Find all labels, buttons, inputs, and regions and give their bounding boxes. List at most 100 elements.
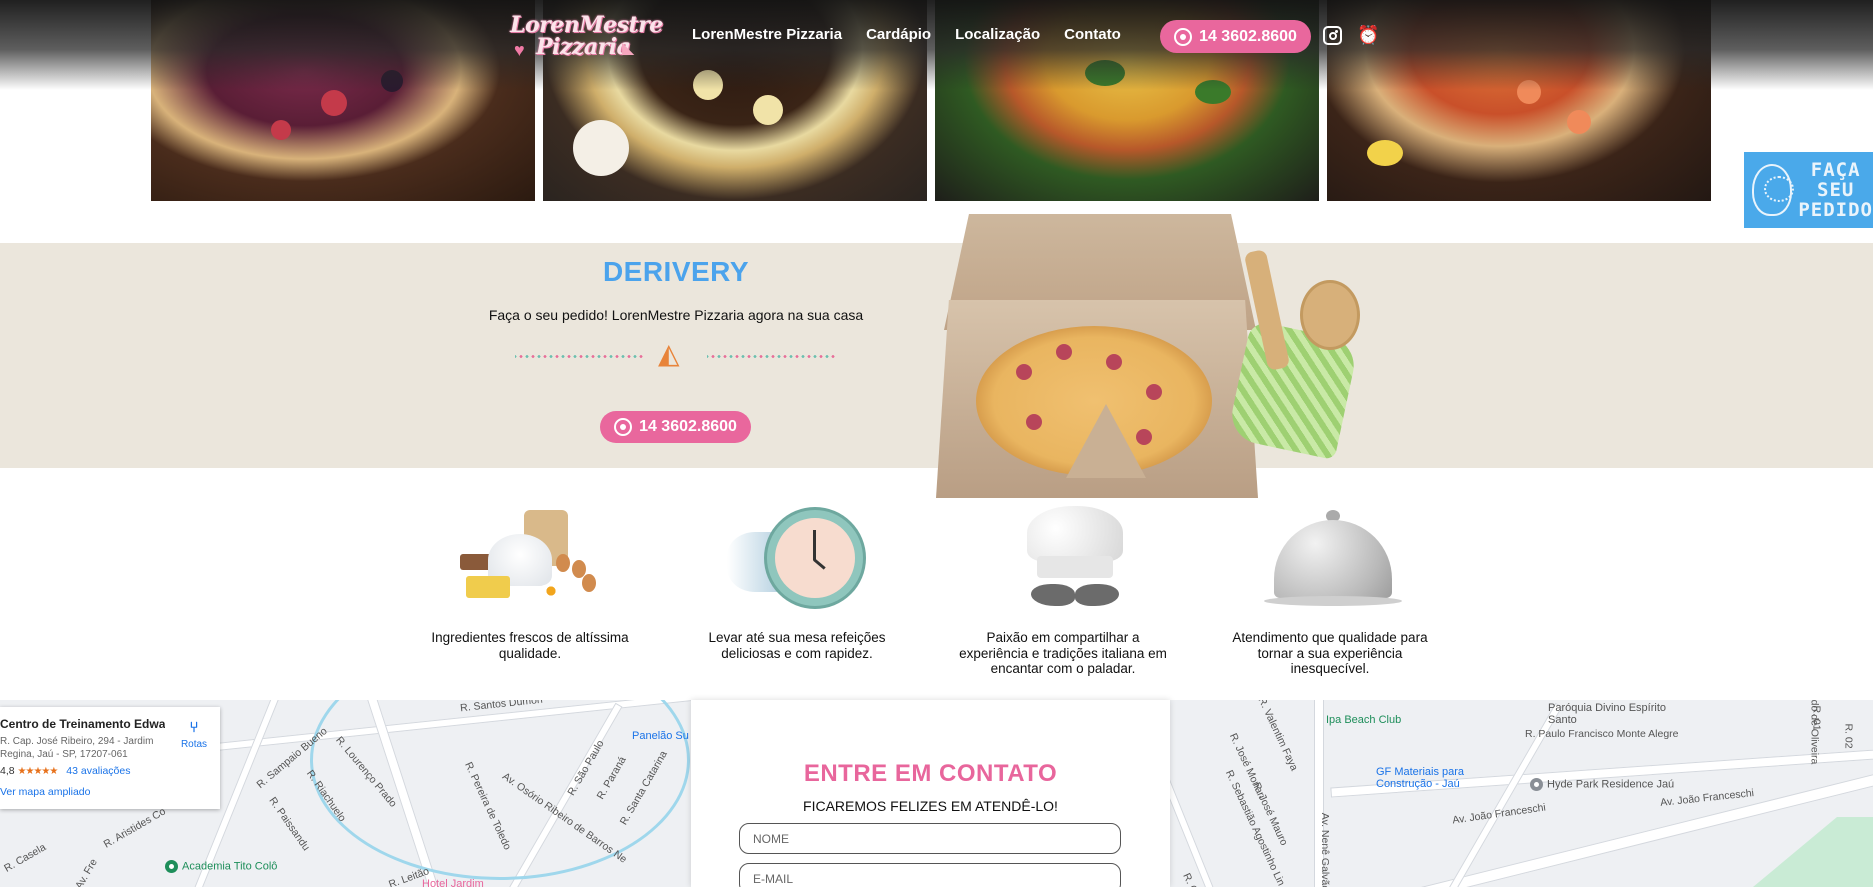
place-rating: 4,8 ★★★★★ 43 avaliações: [0, 765, 220, 777]
poi-ipa-beach[interactable]: Ipa Beach Club: [1326, 714, 1401, 726]
divider-line: [707, 355, 837, 358]
lemon-slice: [1367, 140, 1403, 166]
bowl: [573, 120, 629, 176]
directions-button[interactable]: ⑂ Rotas: [176, 719, 212, 750]
poi-hotel[interactable]: Hotel Jardim: [422, 878, 484, 887]
banana-slice: [753, 95, 783, 125]
map-pin-icon: [165, 860, 178, 873]
site-header: LorenMestre ♥ Pizzaria ◣ LorenMestre Piz…: [0, 0, 1873, 90]
order-badge-line-1: FAÇA: [1810, 159, 1861, 181]
street-label: R. Paissandu: [266, 794, 313, 854]
poi-label: Hyde Park Residence Jaú: [1547, 778, 1675, 791]
order-badge-line-3: PEDIDO: [1798, 199, 1873, 221]
star-rating-icon: ★★★★★: [17, 766, 59, 777]
chef-hat: [1027, 506, 1123, 562]
poi-panelao[interactable]: Panelão Su: [632, 730, 689, 742]
order-badge-text: FAÇA SEU PEDIDO: [1798, 160, 1873, 220]
cutlery-illustration: [1226, 249, 1368, 461]
header-whatsapp-button[interactable]: 14 3602.8600: [1160, 20, 1311, 53]
decorative-divider: ◭: [515, 337, 837, 375]
feature-ingredients: Ingredientes frescos de altíssima qualid…: [425, 504, 635, 661]
delivery-subtitle: Faça o seu pedido! LorenMestre Pizzaria …: [488, 307, 864, 323]
delivery-whatsapp-button[interactable]: 14 3602.8600: [600, 411, 751, 443]
shrimp-topping: [1567, 110, 1591, 134]
poi-paroquia[interactable]: Paróquia Divino Espírito Santo: [1548, 702, 1668, 726]
divider-line: [515, 355, 645, 358]
features-section: Ingredientes frescos de altíssima qualid…: [0, 504, 1873, 684]
heart-icon: ♥: [514, 40, 525, 60]
main-nav: LorenMestre Pizzaria Cardápio Localizaçã…: [692, 26, 1145, 43]
feature-caption: Ingredientes frescos de altíssima qualid…: [431, 630, 629, 661]
delivery-phone-label: 14 3602.8600: [639, 418, 737, 435]
pepperoni: [1106, 354, 1122, 370]
butter: [466, 576, 510, 598]
missing-slice: [1066, 404, 1146, 478]
contact-form-card: ENTRE EM CONTATO FICAREMOS FELIZES EM AT…: [691, 700, 1170, 887]
egg: [582, 574, 596, 592]
egg: [556, 554, 570, 572]
directions-label: Rotas: [180, 739, 208, 750]
brand-logo[interactable]: LorenMestre ♥ Pizzaria ◣: [510, 12, 663, 60]
clock-illustration: [727, 504, 867, 612]
instagram-icon[interactable]: [1323, 26, 1342, 45]
pepperoni: [1026, 414, 1042, 430]
order-badge-line-2: SEU: [1817, 179, 1855, 201]
cloche-plate: [1264, 596, 1402, 606]
map-pin-icon: [1530, 778, 1543, 791]
map-river: [310, 700, 690, 880]
street-label: Av. Nenê Galvão: [1319, 812, 1332, 887]
whatsapp-icon: [1174, 27, 1193, 46]
pizza-slice-icon: ◣: [622, 40, 635, 57]
poi-hyde-park[interactable]: Hyde Park Residence Jaú: [1530, 778, 1674, 791]
alarm-clock-icon[interactable]: ⏰: [1357, 25, 1379, 45]
pepperoni: [1016, 364, 1032, 380]
strawberry-topping: [321, 90, 347, 116]
header-phone-label: 14 3602.8600: [1199, 27, 1297, 45]
place-name[interactable]: Centro de Treinamento Edwar...: [0, 717, 165, 731]
cracked-egg: [538, 584, 564, 598]
brain-icon: [1752, 164, 1795, 216]
place-address: R. Cap. José Ribeiro, 294 - Jardim Regin…: [0, 736, 154, 760]
poi-label: Ipa Beach Club: [1326, 714, 1402, 726]
rating-value: 4,8: [0, 765, 15, 777]
street-label: R. Aristides Co: [101, 805, 168, 851]
ingredients-illustration: [460, 504, 600, 612]
clock-hand: [813, 530, 816, 560]
pepperoni: [1056, 344, 1072, 360]
logo-line-2: Pizzaria: [536, 34, 631, 60]
mustache: [1031, 584, 1119, 608]
nav-link-home[interactable]: LorenMestre Pizzaria: [692, 26, 842, 43]
poi-label: Paróquia Divino Espírito Santo: [1548, 702, 1667, 726]
poi-academia[interactable]: Academia Tito Colô: [165, 860, 277, 873]
strawberry-topping: [271, 120, 291, 140]
poi-label: GF Materiais para Construção - Jaú: [1376, 766, 1465, 790]
directions-icon: ⑂: [189, 719, 199, 736]
poi-label: Academia Tito Colô: [182, 860, 278, 873]
chef-hat-illustration: [993, 504, 1133, 612]
name-field[interactable]: [739, 823, 1121, 854]
street-label: R. Valentim Faya: [1255, 700, 1301, 773]
spoon-icon: [1300, 280, 1360, 350]
poi-label: Panelão Su: [632, 730, 689, 742]
pizza-box-illustration: [936, 214, 1266, 498]
map-park-area: [1753, 817, 1873, 887]
reviews-link[interactable]: 43 avaliações: [66, 765, 130, 777]
feature-caption: Levar até sua mesa refeições deliciosas …: [708, 630, 886, 661]
cloche-dome: [1274, 520, 1392, 598]
pepperoni: [1146, 384, 1162, 400]
cloche-illustration: [1260, 504, 1402, 612]
order-now-badge[interactable]: FAÇA SEU PEDIDO: [1744, 152, 1873, 228]
poi-gf-materiais[interactable]: GF Materiais para Construção - Jaú: [1376, 766, 1486, 790]
whatsapp-icon: [614, 418, 633, 436]
pizza-slice-icon: ◭: [658, 338, 680, 369]
nav-link-menu[interactable]: Cardápio: [866, 26, 931, 43]
street-label: R. 02: [1842, 723, 1855, 749]
email-field[interactable]: [739, 863, 1121, 887]
nav-link-contact[interactable]: Contato: [1064, 26, 1121, 43]
feature-caption: Atendimento que qualidade para tornar a …: [1232, 630, 1428, 676]
street-label: R. 01: [1810, 705, 1823, 731]
feature-tradition: Paixão em compartilhar a experiência e t…: [958, 504, 1168, 677]
street-label: Av. Fre: [73, 856, 100, 887]
view-larger-map-link[interactable]: Ver mapa ampliado: [0, 786, 220, 798]
nav-link-location[interactable]: Localização: [955, 26, 1040, 43]
